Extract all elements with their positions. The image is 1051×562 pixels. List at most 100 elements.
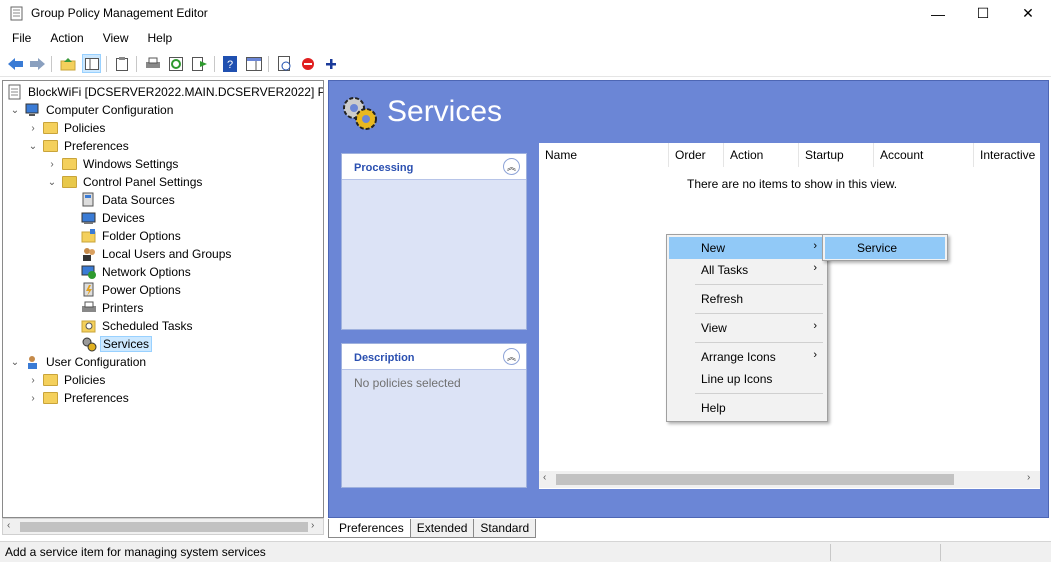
chevron-right-icon: ›	[813, 320, 817, 332]
menu-separator	[695, 284, 823, 285]
refresh-icon[interactable]	[166, 54, 185, 73]
close-button[interactable]: ✕	[1005, 0, 1051, 27]
chevron-down-icon[interactable]: ⌄	[9, 356, 21, 368]
chevron-down-icon[interactable]: ⌄	[9, 104, 21, 116]
chevron-right-icon: ›	[813, 240, 817, 252]
tree-user-configuration[interactable]: ⌄ User Configuration	[9, 353, 148, 371]
tree-data-sources[interactable]: Data Sources	[81, 191, 177, 209]
tree-printers[interactable]: Printers	[81, 299, 145, 317]
chevron-right-icon[interactable]: ›	[27, 374, 39, 386]
folder-options-icon	[81, 229, 96, 243]
tree-horizontal-scrollbar[interactable]: ‹ ›	[2, 518, 324, 535]
status-divider	[830, 544, 831, 561]
menu-item-service[interactable]: Service	[825, 237, 945, 259]
printer-icon	[82, 301, 96, 312]
tree-services[interactable]: Services	[81, 335, 153, 353]
folder-icon	[43, 390, 59, 406]
chevron-right-icon: ›	[813, 262, 817, 274]
chevron-right-icon: ›	[813, 349, 817, 361]
add-icon[interactable]	[321, 54, 340, 73]
services-gear-icon	[82, 337, 97, 352]
tree-power-options[interactable]: Power Options	[81, 281, 183, 299]
forward-icon[interactable]	[28, 54, 47, 73]
help-icon[interactable]: ?	[220, 54, 239, 73]
column-header-action[interactable]: Action	[724, 143, 799, 167]
view-tabs: Preferences Extended Standard	[328, 519, 537, 538]
show-hide-tree-icon[interactable]	[82, 54, 101, 73]
status-bar: Add a service item for managing system s…	[0, 541, 1051, 562]
tab-preferences[interactable]: Preferences	[328, 519, 411, 538]
scrollbar-thumb[interactable]	[556, 474, 954, 485]
chevron-down-icon[interactable]: ⌄	[46, 176, 58, 188]
tree-user-policies[interactable]: › Policies	[27, 371, 107, 389]
menu-item-help[interactable]: Help	[669, 397, 825, 419]
column-header-startup[interactable]: Startup	[799, 143, 874, 167]
tree-control-panel-settings[interactable]: ⌄ Control Panel Settings	[46, 173, 204, 191]
tree-services-label: Services	[100, 336, 153, 352]
scrollbar-thumb[interactable]	[20, 522, 308, 532]
show-hide-action-pane-icon[interactable]	[244, 54, 263, 73]
stop-icon[interactable]	[298, 54, 317, 73]
chevron-right-icon[interactable]: ›	[27, 392, 39, 404]
tree-local-users-and-groups[interactable]: Local Users and Groups	[81, 245, 233, 263]
menu-action[interactable]: Action	[38, 29, 90, 49]
column-header-name[interactable]: Name	[539, 143, 669, 167]
tree-scheduled-tasks[interactable]: Scheduled Tasks	[81, 317, 195, 335]
list-horizontal-scrollbar[interactable]: ‹ ›	[539, 471, 1040, 488]
tree-windows-settings[interactable]: › Windows Settings	[46, 155, 180, 173]
menu-view[interactable]: View	[91, 29, 136, 49]
collapse-up-icon[interactable]: ︽	[503, 348, 520, 365]
tree-network-options[interactable]: Network Options	[81, 263, 193, 281]
up-folder-icon[interactable]	[58, 54, 77, 73]
column-header-order[interactable]: Order	[669, 143, 724, 167]
scroll-right-icon[interactable]: ›	[311, 520, 314, 531]
chevron-right-icon[interactable]: ›	[46, 158, 58, 170]
tab-extended[interactable]: Extended	[409, 519, 475, 538]
collapse-up-icon[interactable]: ︽	[503, 158, 520, 175]
menu-item-refresh[interactable]: Refresh	[669, 288, 825, 310]
tree-computer-configuration[interactable]: ⌄ Computer Configuration	[9, 101, 175, 119]
maximize-button[interactable]: ☐	[960, 0, 1006, 27]
services-gear-icon	[343, 97, 377, 130]
tab-standard[interactable]: Standard	[473, 519, 537, 538]
chevron-right-icon[interactable]: ›	[27, 122, 39, 134]
computer-icon	[25, 103, 39, 116]
user-icon	[28, 356, 37, 369]
page-title: Services	[387, 95, 503, 128]
menu-separator	[695, 393, 823, 394]
menu-item-view[interactable]: View ›	[669, 317, 825, 339]
back-icon[interactable]	[6, 54, 25, 73]
menu-item-line-up-icons[interactable]: Line up Icons	[669, 368, 825, 390]
tree-user-preferences[interactable]: › Preferences	[27, 389, 131, 407]
description-panel: Description ︽ No policies selected	[341, 343, 527, 488]
scroll-left-icon[interactable]: ‹	[7, 520, 10, 531]
scroll-left-icon[interactable]: ‹	[543, 472, 546, 483]
folder-icon	[62, 156, 78, 172]
processing-panel: Processing ︽	[341, 153, 527, 330]
control-panel-folder-icon	[62, 174, 78, 190]
column-header-interactive[interactable]: Interactive	[974, 143, 1040, 167]
export-icon[interactable]	[190, 54, 209, 73]
folder-icon	[43, 138, 59, 154]
properties-icon[interactable]	[112, 54, 131, 73]
menu-help[interactable]: Help	[136, 29, 180, 49]
menu-item-all-tasks[interactable]: All Tasks ›	[669, 259, 825, 281]
gpo-icon[interactable]	[275, 54, 294, 73]
tree-preferences[interactable]: ⌄ Preferences	[27, 137, 131, 155]
folder-icon	[43, 120, 59, 136]
column-header-account[interactable]: Account	[874, 143, 974, 167]
print-icon[interactable]	[143, 54, 162, 73]
policy-icon	[8, 84, 21, 100]
tree-policies[interactable]: › Policies	[27, 119, 107, 137]
menu-item-new[interactable]: New ›	[669, 237, 825, 259]
tree-folder-options[interactable]: Folder Options	[81, 227, 183, 245]
tree-root[interactable]: BlockWiFi [DCSERVER2022.MAIN.DCSERVER202…	[7, 83, 323, 101]
menu-file[interactable]: File	[0, 29, 38, 49]
menu-item-arrange-icons[interactable]: Arrange Icons ›	[669, 346, 825, 368]
scroll-right-icon[interactable]: ›	[1027, 472, 1030, 483]
window-title: Group Policy Management Editor	[31, 6, 208, 20]
tree-devices[interactable]: Devices	[81, 209, 147, 227]
chevron-down-icon[interactable]: ⌄	[27, 140, 39, 152]
minimize-button[interactable]: —	[915, 0, 961, 27]
description-title: Description	[354, 352, 415, 364]
